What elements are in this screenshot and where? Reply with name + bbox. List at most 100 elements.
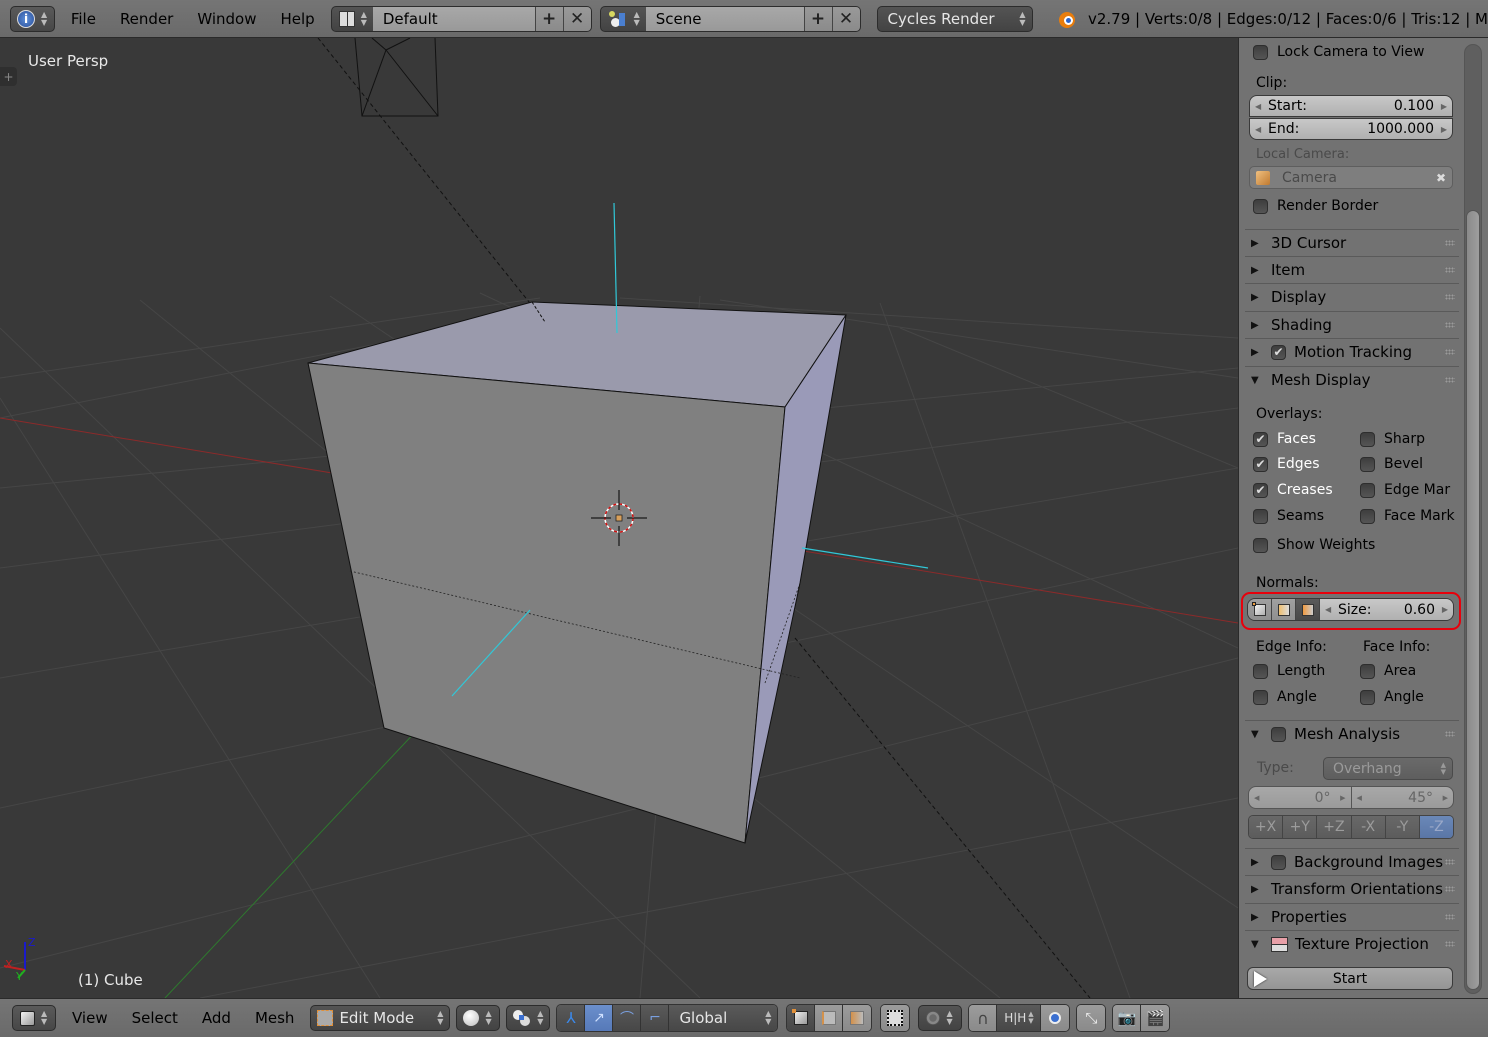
menu-help[interactable]: Help [269, 10, 327, 28]
bevel-checkbox[interactable] [1360, 456, 1375, 472]
drag-handle-icon[interactable] [1445, 731, 1455, 737]
add-scene-button[interactable]: + [803, 6, 832, 31]
scene-selector[interactable]: ▲ ▼ Scene + ✕ [599, 5, 861, 32]
overlay-edge-marks-row[interactable]: Edge Mar [1360, 482, 1480, 498]
menu-render[interactable]: Render [108, 10, 185, 28]
face-normals-toggle[interactable] [1296, 599, 1320, 620]
snap-target-button[interactable] [1041, 1005, 1070, 1031]
face-area-row[interactable]: Area [1360, 663, 1460, 679]
lock-camera-checkbox-row[interactable]: Lock Camera to View [1253, 44, 1488, 60]
menu-add[interactable]: Add [190, 1009, 243, 1027]
remove-scene-button[interactable]: ✕ [831, 6, 860, 31]
opengl-render-image-button[interactable]: 📷 [1113, 1005, 1142, 1031]
overlay-sharp-row[interactable]: Sharp [1360, 431, 1480, 447]
decrement-arrow-icon[interactable]: ◀ [1254, 794, 1259, 802]
drag-handle-icon[interactable] [1445, 322, 1455, 328]
overlay-face-marks-row[interactable]: Face Mark [1360, 508, 1480, 524]
section-item[interactable]: ▶ Item [1245, 256, 1459, 283]
snap-element-selector[interactable]: H|H ▲ ▼ [997, 1005, 1042, 1031]
menu-mesh[interactable]: Mesh [243, 1009, 307, 1027]
normal-size-field[interactable]: ◀ Size: 0.60 ▶ [1320, 599, 1453, 620]
sharp-checkbox[interactable] [1360, 431, 1375, 447]
3d-viewport[interactable]: + User Persp (1) Cube Z X Y [0, 38, 1238, 998]
local-camera-field[interactable]: Camera ✖ [1249, 166, 1453, 189]
section-display[interactable]: ▶ Display [1245, 283, 1459, 310]
face-area-checkbox[interactable] [1360, 663, 1375, 679]
edge-length-checkbox[interactable] [1253, 663, 1268, 679]
drag-handle-icon[interactable] [1445, 859, 1455, 865]
transform-orientation-selector[interactable]: Global ▲ ▼ [669, 1005, 778, 1031]
manipulator-toggle-button[interactable]: ⅄ [557, 1005, 586, 1031]
clip-start-field[interactable]: ◀ Start: 0.100 ▶ [1249, 95, 1453, 117]
edge-length-row[interactable]: Length [1253, 663, 1353, 679]
split-normals-toggle[interactable] [1272, 599, 1296, 620]
axis-button-plus-y[interactable]: +Y [1283, 816, 1318, 838]
section-shading[interactable]: ▶ Shading [1245, 311, 1459, 338]
analysis-max-field[interactable]: ◀ 45° ▶ [1352, 787, 1454, 808]
limit-selection-to-visible-button[interactable] [881, 1005, 910, 1031]
scene-name-field[interactable]: Scene [645, 6, 804, 31]
show-weights-checkbox[interactable] [1253, 537, 1268, 553]
section-mesh-display[interactable]: ▼ Mesh Display [1245, 366, 1459, 393]
edge-angle-row[interactable]: Angle [1253, 689, 1353, 705]
edge-angle-checkbox[interactable] [1253, 689, 1268, 705]
decrement-arrow-icon[interactable]: ◀ [1357, 794, 1362, 802]
faces-checkbox[interactable]: ✔ [1253, 431, 1268, 447]
drag-handle-icon[interactable] [1445, 377, 1455, 383]
editor-type-info-button[interactable]: i ▲ ▼ [10, 5, 55, 32]
creases-checkbox[interactable]: ✔ [1253, 482, 1268, 498]
edge-marks-checkbox[interactable] [1360, 482, 1375, 498]
section-3d-cursor[interactable]: ▶ 3D Cursor [1245, 229, 1459, 256]
editor-type-selector[interactable]: ▲ ▼ [12, 1005, 56, 1031]
pivot-point-selector[interactable]: ▲ ▼ [506, 1005, 551, 1031]
screen-layout-name-field[interactable]: Default [372, 6, 535, 31]
drag-handle-icon[interactable] [1445, 294, 1455, 300]
axis-button-minus-y[interactable]: -Y [1385, 816, 1420, 838]
face-angle-row[interactable]: Angle [1360, 689, 1460, 705]
panel-scrollbar-thumb[interactable] [1466, 210, 1480, 990]
edges-checkbox[interactable]: ✔ [1253, 456, 1268, 472]
face-select-mode-button[interactable] [843, 1005, 872, 1031]
render-border-checkbox[interactable] [1253, 198, 1268, 214]
increment-arrow-icon[interactable]: ▶ [1443, 794, 1448, 802]
menu-file[interactable]: File [59, 10, 108, 28]
opengl-render-animation-button[interactable]: 🎬 [1141, 1005, 1170, 1031]
rotate-manipulator-button[interactable]: ⌒ [613, 1005, 642, 1031]
face-angle-checkbox[interactable] [1360, 689, 1375, 705]
decrement-arrow-icon[interactable]: ◀ [1325, 605, 1331, 614]
snap-toggle-button[interactable]: ∩ [969, 1005, 998, 1031]
increment-arrow-icon[interactable]: ▶ [1340, 794, 1345, 802]
texture-projection-start-button[interactable]: Start [1247, 967, 1453, 990]
section-mesh-analysis[interactable]: ▼ Mesh Analysis [1245, 720, 1459, 747]
section-motion-tracking[interactable]: ▶ ✔ Motion Tracking [1245, 338, 1459, 365]
toolshelf-toggle-button[interactable]: + [0, 67, 17, 86]
section-texture-projection[interactable]: ▼ Texture Projection [1245, 930, 1459, 957]
increment-arrow-icon[interactable]: ▶ [1441, 125, 1447, 134]
background-images-checkbox[interactable] [1271, 854, 1286, 870]
drag-handle-icon[interactable] [1445, 941, 1455, 947]
axis-button-minus-z[interactable]: -Z [1419, 816, 1453, 838]
axis-button-minus-x[interactable]: -X [1351, 816, 1386, 838]
mesh-analysis-checkbox[interactable] [1271, 726, 1286, 742]
panel-scrollbar[interactable] [1464, 44, 1482, 994]
face-marks-checkbox[interactable] [1360, 508, 1375, 524]
section-background-images[interactable]: ▶ Background Images [1245, 848, 1459, 875]
drag-handle-icon[interactable] [1445, 886, 1455, 892]
analysis-min-field[interactable]: ◀ 0° ▶ [1249, 787, 1352, 808]
translate-manipulator-button[interactable]: ↗ [585, 1005, 614, 1031]
axis-button-plus-x[interactable]: +X [1249, 816, 1284, 838]
drag-handle-icon[interactable] [1445, 914, 1455, 920]
render-border-checkbox-row[interactable]: Render Border [1253, 198, 1488, 214]
overlay-bevel-row[interactable]: Bevel [1360, 456, 1480, 472]
menu-select[interactable]: Select [120, 1009, 190, 1027]
drag-handle-icon[interactable] [1445, 349, 1455, 355]
seams-checkbox[interactable] [1253, 508, 1268, 524]
section-transform-orientations[interactable]: ▶ Transform Orientations [1245, 875, 1459, 902]
axis-button-plus-z[interactable]: +Z [1317, 816, 1352, 838]
mode-selector[interactable]: Edit Mode ▲ ▼ [310, 1005, 451, 1031]
decrement-arrow-icon[interactable]: ◀ [1255, 102, 1261, 111]
increment-arrow-icon[interactable]: ▶ [1441, 102, 1447, 111]
viewport-shading-selector[interactable]: ▲ ▼ [456, 1005, 501, 1031]
analysis-type-dropdown[interactable]: Overhang ▲ ▼ [1323, 757, 1453, 780]
vertex-select-mode-button[interactable] [787, 1005, 816, 1031]
